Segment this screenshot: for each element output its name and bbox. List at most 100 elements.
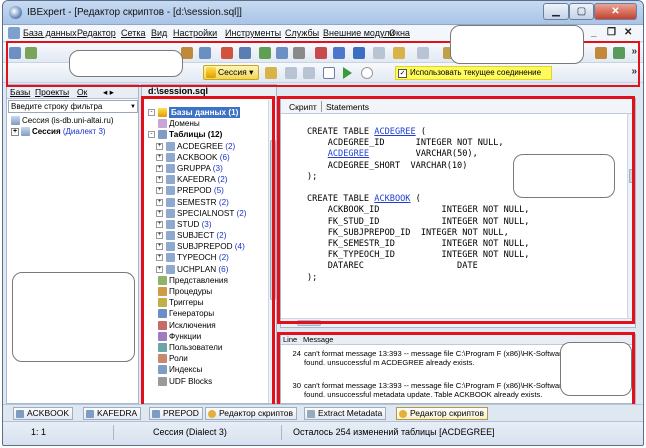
menu-services[interactable]: Службы — [285, 28, 319, 38]
new-script-icon[interactable] — [393, 47, 405, 59]
export-icon[interactable] — [373, 47, 385, 59]
expand-icon[interactable]: + — [11, 127, 19, 136]
expand-icon[interactable]: + — [156, 198, 163, 206]
tree-node-object[interactable]: Пользователи — [148, 342, 273, 353]
report-icon[interactable] — [595, 47, 607, 59]
code-line[interactable]: FK_TYPEOCH_ID INTEGER NOT NULL, — [307, 250, 530, 261]
tree-node-object[interactable]: Процедуры — [148, 286, 273, 297]
window-icon[interactable] — [417, 47, 429, 59]
doc-tab-script-editor-1[interactable]: Редактор скриптов — [205, 407, 298, 420]
code-line[interactable]: ACKBOOK_ID INTEGER NOT NULL, — [307, 205, 530, 216]
save-script-icon[interactable] — [285, 67, 297, 79]
scroll-thumb[interactable] — [629, 169, 635, 183]
tab-scroll-arrows-icon[interactable]: ◂ ▸ — [103, 87, 114, 98]
expand-icon[interactable]: + — [156, 265, 163, 273]
code-line[interactable]: ); — [307, 172, 529, 183]
tree-node-domains[interactable]: Домены — [148, 118, 273, 129]
tree-node-object[interactable]: Исключения — [148, 320, 273, 331]
grid-icon[interactable] — [239, 47, 251, 59]
mdi-minimize-icon[interactable]: _ — [591, 27, 597, 38]
tab-statements[interactable]: Statements — [326, 102, 369, 112]
filter-input[interactable]: Введите строку фильтра ▼ — [8, 100, 138, 113]
title-bar[interactable]: IBExpert - [Редактор скриптов - [d:\sess… — [3, 1, 643, 25]
code-line[interactable]: FK_SUBJPREPOD_ID INTEGER NOT NULL, — [307, 228, 529, 239]
stop-icon[interactable] — [361, 67, 373, 79]
grid2-icon[interactable] — [613, 47, 625, 59]
code-line[interactable]: ); — [307, 273, 529, 284]
open-icon[interactable] — [25, 47, 37, 59]
tab-databases[interactable]: Базы — [10, 87, 30, 97]
code-line[interactable]: CREATE TABLE ACKBOOK ( — [307, 194, 529, 205]
expand-icon[interactable]: + — [156, 176, 163, 184]
new-db-icon[interactable] — [9, 47, 21, 59]
connection-item[interactable]: Сессия (is-db.uni-altai.ru) — [11, 116, 114, 126]
sql-code[interactable]: CREATE TABLE ACDEGREE ( ACDEGREE_ID INTE… — [307, 127, 529, 284]
toolbar2-overflow-icon[interactable]: » — [631, 66, 637, 77]
expand-icon[interactable]: + — [156, 153, 163, 161]
editor-hscroll[interactable] — [281, 318, 635, 327]
procedures-icon[interactable] — [276, 47, 288, 59]
connection-item[interactable]: + Сессия (Диалект 3) — [11, 127, 106, 137]
tree-node-object[interactable]: Функции — [148, 331, 273, 342]
doc-tab-kafedra[interactable]: KAFEDRA — [83, 407, 142, 420]
menu-grid[interactable]: Сетка — [121, 28, 145, 38]
tree-node-object[interactable]: UDF Blocks — [148, 376, 273, 387]
col-line[interactable]: Line — [283, 335, 297, 344]
code-line[interactable] — [307, 183, 529, 194]
menu-view[interactable]: Вид — [151, 28, 167, 38]
code-line[interactable]: DATAREC DATE — [307, 261, 529, 272]
doc-tab-extract-metadata[interactable]: Extract Metadata — [304, 407, 387, 420]
doc-tab-ackbook[interactable]: ACKBOOK — [13, 407, 74, 420]
expand-icon[interactable]: + — [156, 232, 163, 240]
new-icon[interactable] — [265, 67, 277, 79]
find-icon[interactable] — [333, 47, 345, 59]
tree-node-table[interactable]: + ACDEGREE (2) — [148, 141, 273, 152]
printer-icon[interactable] — [293, 47, 305, 59]
expand-icon[interactable]: + — [156, 220, 163, 228]
doc-tab-script-editor-2[interactable]: Редактор скриптов — [396, 407, 489, 420]
use-current-connection-checkbox[interactable]: ✓ Использовать текущее соединение — [395, 66, 552, 80]
mdi-close-icon[interactable]: ✕ — [624, 27, 632, 38]
code-line[interactable]: ACDEGREE_SHORT VARCHAR(10) — [307, 161, 529, 172]
menu-windows[interactable]: Окна — [389, 28, 410, 38]
menu-editor[interactable]: Редактор — [77, 28, 116, 38]
scroll-thumb[interactable] — [270, 140, 276, 300]
tree-node-table[interactable]: + STUD (3) — [148, 219, 273, 230]
toggle-panel-icon[interactable] — [323, 67, 335, 79]
tables-icon[interactable] — [259, 47, 271, 59]
tree-node-object[interactable]: Триггеры — [148, 297, 273, 308]
expand-icon[interactable]: + — [156, 254, 163, 262]
search-icon[interactable] — [315, 47, 327, 59]
minimize-button[interactable]: ▁ — [543, 3, 569, 20]
tab-windows[interactable]: Ок — [77, 87, 87, 97]
tab-script[interactable]: Скрипт — [289, 102, 317, 112]
tree-node-table[interactable]: + ACKBOOK (6) — [148, 152, 273, 163]
close-button[interactable]: ✕ — [594, 3, 637, 20]
tree-node-table[interactable]: + SUBJPREPOD (4) — [148, 241, 273, 252]
code-line[interactable]: ACDEGREE VARCHAR(50), — [307, 149, 529, 160]
sql-icon[interactable] — [221, 47, 233, 59]
expand-icon[interactable]: + — [156, 187, 163, 195]
code-line[interactable]: FK_SEMESTR_ID INTEGER NOT NULL, — [307, 239, 530, 250]
tree-node-object[interactable]: Представления — [148, 275, 273, 286]
expand-icon[interactable]: + — [156, 164, 163, 172]
tree-node-table[interactable]: + GRUPPA (3) — [148, 163, 273, 174]
expand-icon[interactable]: + — [156, 209, 163, 217]
menu-plugins[interactable]: Внешние модули — [323, 28, 395, 38]
file-tab[interactable]: d:\session.sql — [142, 85, 276, 99]
menu-database[interactable]: База данных — [23, 28, 77, 38]
col-message[interactable]: Message — [303, 335, 333, 344]
collapse-icon[interactable]: - — [148, 109, 155, 116]
tree-node-table[interactable]: + KAFEDRA (2) — [148, 174, 273, 185]
tree-node-object[interactable]: Генераторы — [148, 308, 273, 319]
run-sql-icon[interactable] — [353, 47, 365, 59]
tree-node-table[interactable]: + SEMESTR (2) — [148, 197, 273, 208]
code-line[interactable]: ACDEGREE_ID INTEGER NOT NULL, — [307, 138, 529, 149]
mdi-restore-icon[interactable]: ❐ — [607, 27, 616, 38]
tree-node-table[interactable]: + PREPOD (5) — [148, 185, 273, 196]
expand-icon[interactable]: + — [156, 142, 163, 150]
tree-node-tables[interactable]: - Таблицы (12) — [148, 129, 273, 140]
filter-dropdown-icon[interactable]: ▼ — [130, 102, 136, 113]
tree-node-table[interactable]: + SUBJECT (2) — [148, 230, 273, 241]
menu-settings[interactable]: Настройки — [173, 28, 217, 38]
